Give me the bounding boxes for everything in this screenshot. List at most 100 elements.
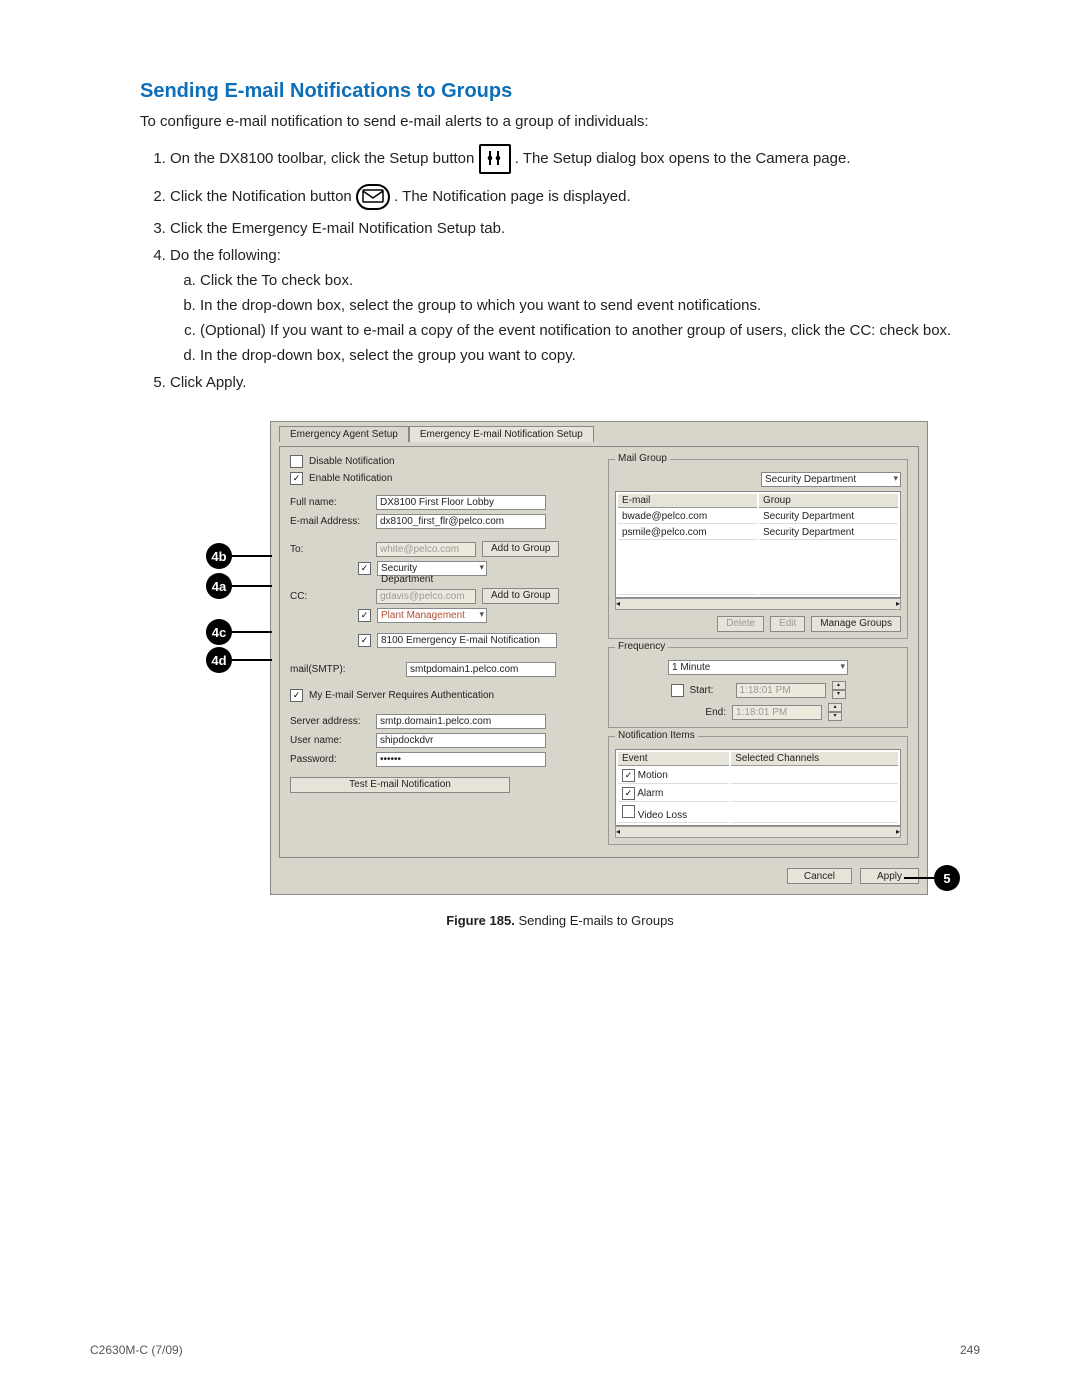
- spin-down-icon[interactable]: ▾: [828, 712, 842, 721]
- step-4-subs: Click the To check box. In the drop-down…: [170, 272, 980, 364]
- tab-email-notification[interactable]: Emergency E-mail Notification Setup: [409, 426, 594, 442]
- input-email[interactable]: dx8100_first_flr@pelco.com: [376, 514, 546, 529]
- btn-apply[interactable]: Apply: [860, 868, 919, 884]
- step-4-lead: Do the following:: [170, 247, 281, 264]
- step-4a: Click the To check box.: [200, 272, 980, 289]
- table-row[interactable]: Video Loss: [618, 804, 898, 823]
- btn-manage-groups[interactable]: Manage Groups: [811, 616, 901, 632]
- table-row[interactable]: Alarm: [618, 786, 898, 802]
- label-cc: CC:: [290, 591, 370, 602]
- input-subject[interactable]: 8100 Emergency E-mail Notification: [377, 633, 557, 648]
- callout-4c: 4c: [206, 619, 232, 645]
- intro-text: To configure e-mail notification to send…: [140, 113, 980, 130]
- step-4: Do the following: Click the To check box…: [170, 247, 980, 364]
- scrollbar-x[interactable]: ◂▸: [615, 826, 901, 838]
- callout-4a: 4a: [206, 573, 232, 599]
- btn-edit[interactable]: Edit: [770, 616, 805, 632]
- callout-4b: 4b: [206, 543, 232, 569]
- table-mail-group: E-mail Group bwade@pelco.com Security De…: [615, 491, 901, 598]
- notification-icon: [356, 184, 390, 210]
- checkbox-video-loss[interactable]: [622, 805, 635, 818]
- input-server[interactable]: smtp.domain1.pelco.com: [376, 714, 546, 729]
- cell-group: Security Department: [759, 526, 898, 540]
- label-username: User name:: [290, 735, 370, 746]
- checkbox-auth[interactable]: [290, 689, 303, 702]
- label-server: Server address:: [290, 716, 370, 727]
- btn-add-to-group-to[interactable]: Add to Group: [482, 541, 559, 557]
- figure-text: Sending E-mails to Groups: [515, 913, 674, 928]
- step-2-text-b: . The Notification page is displayed.: [394, 188, 631, 205]
- section-heading: Sending E-mail Notifications to Groups: [140, 80, 980, 103]
- input-end-time[interactable]: 1:18:01 PM: [732, 705, 822, 720]
- step-2: Click the Notification button . The Noti…: [170, 184, 980, 210]
- legend-mail-group: Mail Group: [615, 453, 670, 464]
- input-to-email[interactable]: white@pelco.com: [376, 542, 476, 557]
- step-3: Click the Emergency E-mail Notification …: [170, 220, 980, 237]
- col-channels: Selected Channels: [731, 752, 898, 766]
- label-disable: Disable Notification: [309, 456, 395, 467]
- table-notification-items: Event Selected Channels Motion Alarm Vid…: [615, 749, 901, 826]
- btn-test-email[interactable]: Test E-mail Notification: [290, 777, 510, 793]
- label-video-loss: Video Loss: [638, 810, 687, 821]
- step-1-text-b: . The Setup dialog box opens to the Came…: [515, 150, 851, 167]
- btn-add-to-group-cc[interactable]: Add to Group: [482, 588, 559, 604]
- input-username[interactable]: shipdockdvr: [376, 733, 546, 748]
- spin-down-icon[interactable]: ▾: [832, 690, 846, 699]
- step-5: Click Apply.: [170, 374, 980, 391]
- checkbox-start[interactable]: [671, 684, 684, 697]
- btn-cancel[interactable]: Cancel: [787, 868, 852, 884]
- scrollbar-x[interactable]: ◂▸: [615, 598, 901, 610]
- cell-group: Security Department: [759, 510, 898, 524]
- label-to: To:: [290, 544, 370, 555]
- col-email: E-mail: [618, 494, 757, 508]
- step-1: On the DX8100 toolbar, click the Setup b…: [170, 144, 980, 174]
- table-row[interactable]: psmile@pelco.com Security Department: [618, 526, 898, 540]
- checkbox-alarm[interactable]: [622, 787, 635, 800]
- step-4b: In the drop-down box, select the group t…: [200, 297, 980, 314]
- cell-email: psmile@pelco.com: [618, 526, 757, 540]
- input-fullname[interactable]: DX8100 First Floor Lobby: [376, 495, 546, 510]
- select-mail-group[interactable]: Security Department: [761, 472, 901, 487]
- checkbox-motion[interactable]: [622, 769, 635, 782]
- setup-icon: [479, 144, 511, 174]
- input-smtp[interactable]: smtpdomain1.pelco.com: [406, 662, 556, 677]
- input-cc-email[interactable]: gdavis@pelco.com: [376, 589, 476, 604]
- callout-5: 5: [934, 865, 960, 891]
- label-password: Password:: [290, 754, 370, 765]
- label-auth: My E-mail Server Requires Authentication: [309, 690, 494, 701]
- footer-left: C2630M-C (7/09): [90, 1343, 183, 1357]
- label-fullname: Full name:: [290, 497, 370, 508]
- step-4c: (Optional) If you want to e-mail a copy …: [200, 322, 980, 339]
- col-event: Event: [618, 752, 729, 766]
- callout-4d: 4d: [206, 647, 232, 673]
- input-start-time[interactable]: 1:18:01 PM: [736, 683, 826, 698]
- figure-caption: Figure 185. Sending E-mails to Groups: [140, 913, 980, 928]
- table-row[interactable]: bwade@pelco.com Security Department: [618, 510, 898, 524]
- cell-email: bwade@pelco.com: [618, 510, 757, 524]
- btn-delete[interactable]: Delete: [717, 616, 764, 632]
- tab-emergency-agent[interactable]: Emergency Agent Setup: [279, 426, 409, 442]
- label-email: E-mail Address:: [290, 516, 370, 527]
- label-end: End:: [674, 707, 726, 718]
- spin-up-icon[interactable]: ▴: [832, 681, 846, 690]
- select-to-group[interactable]: Security Department: [377, 561, 487, 576]
- notification-dialog: Emergency Agent Setup Emergency E-mail N…: [270, 421, 928, 895]
- checkbox-subject[interactable]: [358, 634, 371, 647]
- label-alarm: Alarm: [637, 788, 663, 799]
- select-frequency[interactable]: 1 Minute: [668, 660, 848, 675]
- spin-up-icon[interactable]: ▴: [828, 703, 842, 712]
- radio-enable[interactable]: [290, 472, 303, 485]
- input-password[interactable]: ••••••: [376, 752, 546, 767]
- col-group: Group: [759, 494, 898, 508]
- footer-page-number: 249: [960, 1343, 980, 1357]
- checkbox-to[interactable]: [358, 562, 371, 575]
- radio-disable[interactable]: [290, 455, 303, 468]
- select-cc-group[interactable]: Plant Management: [377, 608, 487, 623]
- table-row[interactable]: Motion: [618, 768, 898, 784]
- label-start: Start:: [690, 685, 730, 696]
- label-smtp: mail(SMTP):: [290, 664, 370, 675]
- legend-frequency: Frequency: [615, 641, 668, 652]
- fieldset-notification-items: Notification Items Event Selected Channe…: [608, 736, 908, 845]
- checkbox-cc[interactable]: [358, 609, 371, 622]
- steps-list: On the DX8100 toolbar, click the Setup b…: [140, 144, 980, 391]
